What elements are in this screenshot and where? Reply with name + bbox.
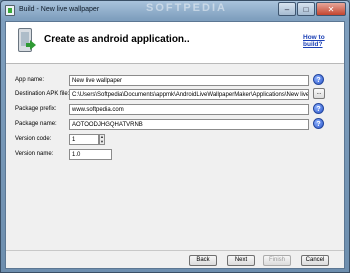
next-button[interactable]: Next — [227, 255, 255, 266]
package-prefix-input[interactable]: www.softpedia.com — [69, 104, 309, 115]
maximize-button[interactable]: □ — [297, 2, 315, 16]
package-name-input[interactable]: AOTOODJHGQHATVRNB — [69, 119, 309, 130]
chevron-down-icon[interactable]: ▼ — [100, 139, 104, 145]
destination-row: Destination APK file: C:\Users\Softpedia… — [6, 88, 344, 101]
browse-button[interactable]: ... — [313, 88, 325, 99]
help-icon[interactable]: ? — [313, 103, 324, 114]
how-to-build-link[interactable]: How to build? — [303, 34, 344, 48]
dialog-header: Create as android application.. How to b… — [6, 22, 344, 64]
finish-button[interactable]: Finish — [263, 255, 291, 266]
package-prefix-label: Package prefix: — [15, 106, 57, 112]
version-name-label: Version name: — [15, 151, 54, 157]
back-button[interactable]: Back — [189, 255, 217, 266]
dialog-footer: Back Next Finish Cancel — [6, 250, 344, 268]
version-code-stepper[interactable]: ▲ ▼ — [99, 134, 105, 145]
app-name-label: App name: — [15, 77, 45, 83]
version-code-label: Version code: — [15, 136, 52, 142]
app-name-row: App name: New live wallpaper ? — [6, 74, 344, 87]
app-icon — [5, 5, 15, 16]
watermark: SOFTPEDIA — [146, 2, 227, 14]
package-name-label: Package name: — [15, 121, 57, 127]
version-code-row: Version code: 1 ▲ ▼ — [6, 134, 344, 146]
package-name-row: Package name: AOTOODJHGQHATVRNB ? — [6, 118, 344, 131]
minimize-button[interactable]: – — [278, 2, 296, 16]
title-bar[interactable]: Build - New live wallpaper SOFTPEDIA – □… — [1, 1, 349, 20]
build-window: Build - New live wallpaper SOFTPEDIA – □… — [0, 0, 350, 273]
version-name-input[interactable]: 1.0 — [69, 149, 112, 160]
dialog-content: Create as android application.. How to b… — [5, 21, 345, 269]
cancel-button[interactable]: Cancel — [301, 255, 329, 266]
close-button[interactable]: ✕ — [316, 2, 346, 16]
page-title: Create as android application.. — [44, 34, 190, 45]
version-name-row: Version name: 1.0 — [6, 149, 344, 161]
android-build-icon — [16, 28, 36, 56]
version-code-input[interactable]: 1 — [69, 134, 99, 145]
help-icon[interactable]: ? — [313, 74, 324, 85]
package-prefix-row: Package prefix: www.softpedia.com ? — [6, 103, 344, 116]
destination-input[interactable]: C:\Users\Softpedia\Documents\appmk\Andro… — [69, 89, 309, 100]
app-name-input[interactable]: New live wallpaper — [69, 75, 309, 86]
help-icon[interactable]: ? — [313, 118, 324, 129]
window-title: Build - New live wallpaper — [19, 6, 100, 13]
destination-label: Destination APK file: — [15, 91, 70, 97]
